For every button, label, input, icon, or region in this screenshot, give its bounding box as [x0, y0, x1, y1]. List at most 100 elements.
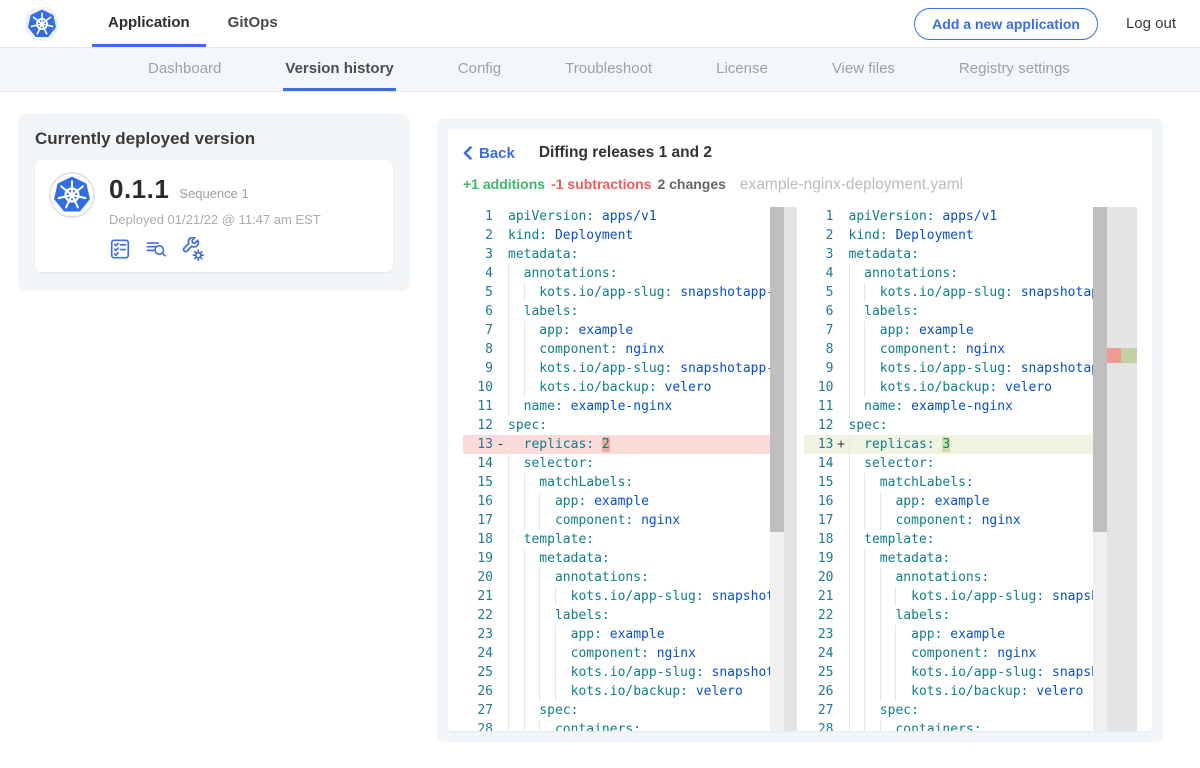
release-notes-icon[interactable] [144, 238, 168, 260]
config-wrench-icon[interactable] [181, 237, 205, 261]
kubernetes-app-icon [49, 172, 95, 218]
code-line-right-20: 20 annotations: [804, 568, 1138, 587]
diff-overview-ruler-left [784, 207, 797, 731]
code-line-right-15: 15 matchLabels: [804, 473, 1138, 492]
tab-gitops[interactable]: GitOps [212, 0, 294, 47]
code-line-right-19: 19 metadata: [804, 549, 1138, 568]
code-line-right-14: 14 selector: [804, 454, 1138, 473]
code-line-right-13: 13+ replicas: 3 [804, 435, 1138, 454]
code-line-left-13: 13- replicas: 2 [463, 435, 797, 454]
app-logo[interactable] [24, 0, 60, 47]
code-line-right-16: 16 app: example [804, 492, 1138, 511]
kubernetes-logo-icon [24, 6, 60, 42]
diff-title: Diffing releases 1 and 2 [539, 144, 712, 162]
code-line-left-20: 20 annotations: [463, 568, 797, 587]
deployed-timestamp: Deployed 01/21/22 @ 11:47 am EST [109, 212, 321, 227]
sequence-label: Sequence 1 [179, 186, 248, 201]
deployed-card-title: Currently deployed version [35, 129, 393, 149]
code-lines-right: 1apiVersion: apps/v12kind: Deployment3me… [804, 207, 1138, 731]
code-line-right-1: 1apiVersion: apps/v1 [804, 207, 1138, 226]
code-line-right-24: 24 component: nginx [804, 644, 1138, 663]
version-action-icons [109, 237, 321, 261]
logout-button[interactable]: Log out [1126, 15, 1176, 32]
code-line-right-12: 12spec: [804, 416, 1138, 435]
topbar-tabs: ApplicationGitOps [92, 0, 294, 47]
code-line-left-18: 18 template: [463, 530, 797, 549]
additions-count: +1 additions [463, 176, 545, 192]
code-line-left-21: 21 kots.io/app-slug: snapshotap [463, 587, 797, 606]
ruler-removed-mark [1107, 348, 1121, 363]
code-line-right-26: 26 kots.io/backup: velero [804, 682, 1138, 701]
back-button[interactable]: Back [463, 145, 515, 162]
subtractions-count: -1 subtractions [551, 176, 651, 192]
code-line-right-4: 4 annotations: [804, 264, 1138, 283]
tab-application[interactable]: Application [92, 0, 206, 47]
subnav-item-registry-settings[interactable]: Registry settings [957, 48, 1072, 91]
code-line-left-1: 1apiVersion: apps/v1 [463, 207, 797, 226]
ruler-added-mark [1121, 348, 1137, 363]
add-application-button[interactable]: Add a new application [914, 8, 1098, 40]
code-line-left-14: 14 selector: [463, 454, 797, 473]
code-line-right-21: 21 kots.io/app-slug: snapshotap [804, 587, 1138, 606]
diff-card: Back Diffing releases 1 and 2 +1 additio… [448, 129, 1152, 731]
code-line-left-5: 5 kots.io/app-slug: snapshotapp-mu [463, 283, 797, 302]
diff-overview-ruler-right [1107, 207, 1137, 731]
code-line-left-17: 17 component: nginx [463, 511, 797, 530]
code-line-left-24: 24 component: nginx [463, 644, 797, 663]
code-line-left-22: 22 labels: [463, 606, 797, 625]
scrollbar-thumb-left[interactable] [770, 207, 784, 532]
code-panel-left: 1apiVersion: apps/v12kind: Deployment3me… [463, 207, 797, 731]
chevron-left-icon [463, 146, 472, 160]
diff-stats: +1 additions -1 subtractions 2 changes e… [463, 176, 1137, 196]
subnav-item-config[interactable]: Config [456, 48, 503, 91]
code-line-left-11: 11 name: example-nginx [463, 397, 797, 416]
code-line-right-8: 8 component: nginx [804, 340, 1138, 359]
code-line-left-7: 7 app: example [463, 321, 797, 340]
code-line-right-6: 6 labels: [804, 302, 1138, 321]
subnav-item-view-files[interactable]: View files [830, 48, 897, 91]
code-line-left-10: 10 kots.io/backup: velero [463, 378, 797, 397]
app-subnav: Dashboard Version history Config Troublesho… [0, 48, 1200, 92]
code-line-left-2: 2kind: Deployment [463, 226, 797, 245]
deployed-version-row: 0.1.1 Sequence 1 Deployed 01/21/22 @ 11:… [35, 160, 393, 272]
topbar: ApplicationGitOps Add a new application … [0, 0, 1200, 48]
code-line-left-28: 28 containers: [463, 720, 797, 731]
currently-deployed-card: Currently deployed version 0.1.1 Sequenc… [18, 114, 410, 291]
code-lines-left: 1apiVersion: apps/v12kind: Deployment3me… [463, 207, 797, 731]
subnav-item-troubleshoot[interactable]: Troubleshoot [563, 48, 654, 91]
code-line-right-7: 7 app: example [804, 321, 1138, 340]
code-line-left-3: 3metadata: [463, 245, 797, 264]
version-number: 0.1.1 [109, 174, 169, 205]
code-line-left-16: 16 app: example [463, 492, 797, 511]
code-line-right-28: 28 containers: [804, 720, 1138, 731]
code-line-right-10: 10 kots.io/backup: velero [804, 378, 1138, 397]
changes-count: 2 changes [657, 176, 725, 192]
code-line-left-23: 23 app: example [463, 625, 797, 644]
subnav-item-license[interactable]: License [714, 48, 770, 91]
code-line-left-8: 8 component: nginx [463, 340, 797, 359]
diff-container: Back Diffing releases 1 and 2 +1 additio… [437, 118, 1163, 742]
code-line-left-4: 4 annotations: [463, 264, 797, 283]
code-line-right-9: 9 kots.io/app-slug: snapshotapp-mu [804, 359, 1138, 378]
preflight-checks-icon[interactable] [109, 238, 131, 260]
code-line-right-18: 18 template: [804, 530, 1138, 549]
diff-filename: example-nginx-deployment.yaml [740, 176, 963, 194]
code-line-right-3: 3metadata: [804, 245, 1138, 264]
code-line-left-26: 26 kots.io/backup: velero [463, 682, 797, 701]
back-label: Back [479, 145, 515, 162]
code-line-right-22: 22 labels: [804, 606, 1138, 625]
code-line-left-25: 25 kots.io/app-slug: snapshotap [463, 663, 797, 682]
subnav-item-dashboard[interactable]: Dashboard [146, 48, 223, 91]
code-line-left-19: 19 metadata: [463, 549, 797, 568]
subnav-item-version-history[interactable]: Version history [283, 48, 395, 91]
code-line-right-27: 27 spec: [804, 701, 1138, 720]
diff-editors: 1apiVersion: apps/v12kind: Deployment3me… [463, 207, 1137, 731]
code-line-right-11: 11 name: example-nginx [804, 397, 1138, 416]
code-panel-right: 1apiVersion: apps/v12kind: Deployment3me… [804, 207, 1138, 731]
code-line-right-25: 25 kots.io/app-slug: snapshotap [804, 663, 1138, 682]
scrollbar-thumb-right[interactable] [1093, 207, 1107, 532]
code-line-left-6: 6 labels: [463, 302, 797, 321]
code-line-left-27: 27 spec: [463, 701, 797, 720]
code-line-right-23: 23 app: example [804, 625, 1138, 644]
code-line-right-5: 5 kots.io/app-slug: snapshotapp-mu [804, 283, 1138, 302]
